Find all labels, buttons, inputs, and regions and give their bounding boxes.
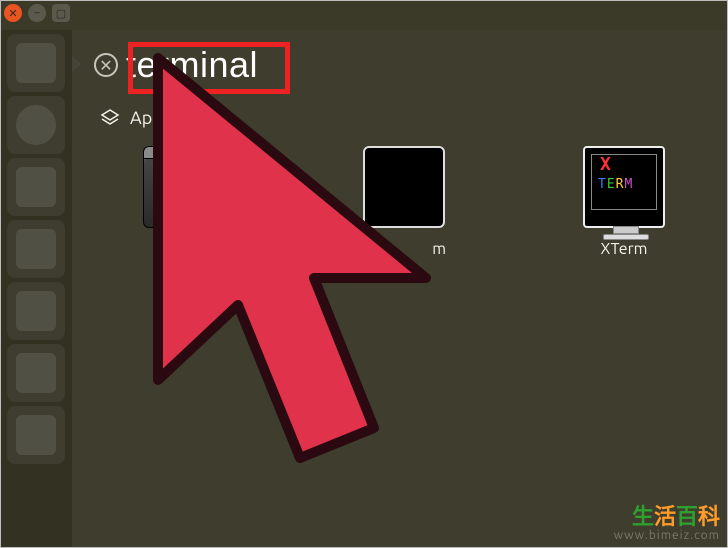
launcher-software[interactable] bbox=[7, 344, 65, 402]
launcher-active-indicator-icon bbox=[72, 56, 82, 72]
search-clear-button[interactable]: ✕ bbox=[94, 53, 118, 77]
unity-dash: ✕ Applications >_ Terminal UX m bbox=[72, 30, 728, 548]
search-results: >_ Terminal UX m X TERM XTerm bbox=[72, 128, 728, 258]
applications-category-icon bbox=[100, 109, 120, 127]
launcher-impress[interactable] bbox=[7, 282, 65, 340]
launcher-files[interactable] bbox=[7, 34, 65, 92]
result-label-suffix: m bbox=[432, 240, 464, 258]
section-header-applications[interactable]: Applications bbox=[72, 96, 728, 128]
close-icon: ✕ bbox=[99, 56, 112, 75]
xterm-icon: X TERM bbox=[583, 146, 665, 228]
window-close-button[interactable]: ✕ bbox=[4, 4, 22, 22]
result-label: Terminal bbox=[153, 240, 215, 258]
result-terminal[interactable]: >_ Terminal bbox=[124, 146, 244, 258]
terminal-icon: >_ bbox=[143, 146, 225, 228]
launcher-amazon[interactable] bbox=[7, 406, 65, 464]
window-maximize-button[interactable]: ▢ bbox=[52, 4, 70, 22]
section-title: Applications bbox=[130, 108, 230, 128]
search-input[interactable] bbox=[126, 44, 710, 86]
result-uxterm[interactable]: UX m bbox=[344, 146, 464, 258]
unity-launcher bbox=[0, 30, 72, 548]
launcher-calc[interactable] bbox=[7, 220, 65, 278]
launcher-firefox[interactable] bbox=[7, 96, 65, 154]
result-label: XTerm bbox=[601, 240, 648, 258]
result-xterm[interactable]: X TERM XTerm bbox=[564, 146, 684, 258]
launcher-writer[interactable] bbox=[7, 158, 65, 216]
watermark: 生活百科 www.bimeiz.com bbox=[614, 505, 720, 542]
uxterm-icon bbox=[363, 146, 445, 228]
window-minimize-button[interactable]: – bbox=[28, 4, 46, 22]
